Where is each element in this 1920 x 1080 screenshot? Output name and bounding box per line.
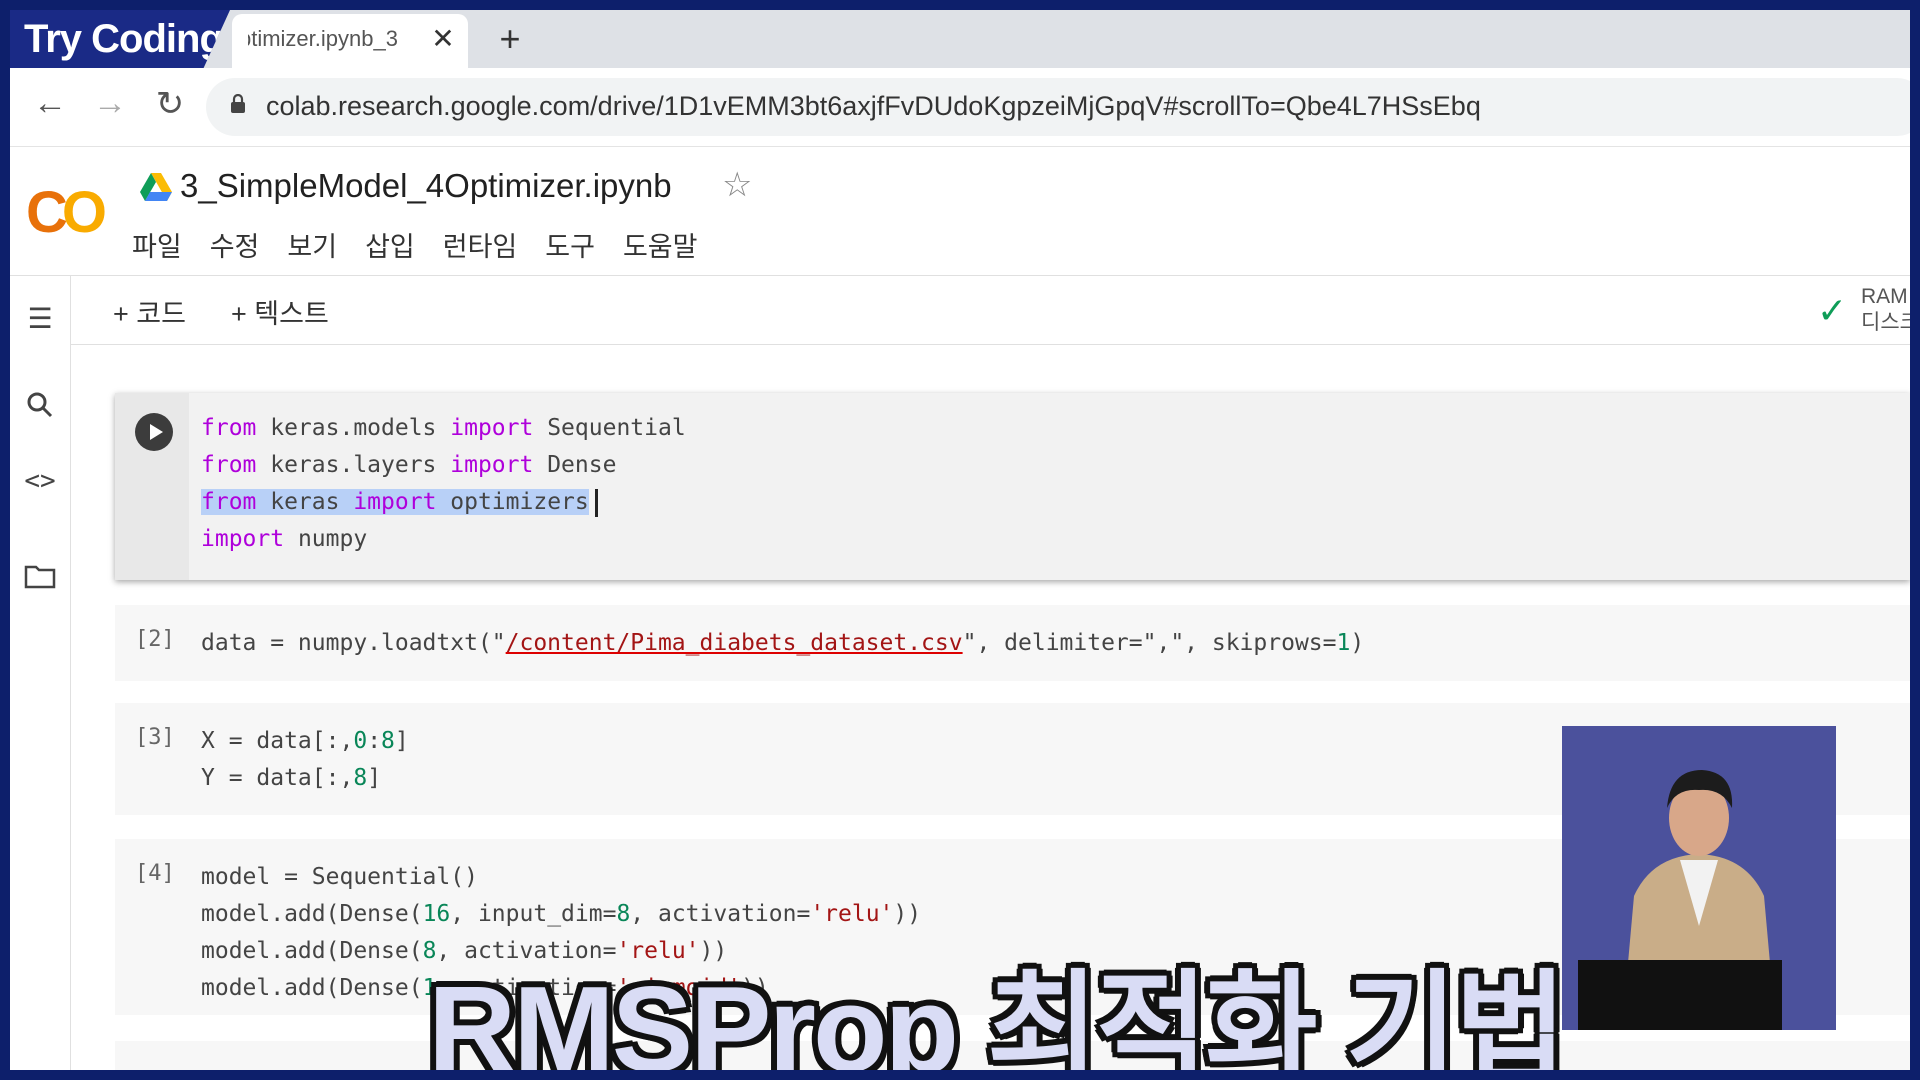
code-token: model = Sequential() [201,864,478,890]
code-token: data = numpy.loadtxt(" [201,630,506,656]
code-token: /content/Pima_diabets_dataset.csv [505,630,963,656]
menu-bar: 파일 수정 보기 삽입 런타임 도구 도움말 [132,225,726,264]
code-token: , input_dim= [450,901,617,927]
code-token: keras [256,489,354,515]
lock-icon [231,94,245,113]
resource-indicator[interactable]: RAM 디스크 [1861,284,1910,336]
code-token: from [201,452,257,478]
menu-file[interactable]: 파일 [132,225,182,264]
code-token: Dense [533,452,617,478]
reload-icon[interactable]: ↻ [148,84,192,124]
code-token: import [201,526,285,552]
browser-tab-bar: Try Coding 3_SimpleModel_4Optimizer.ipyn… [10,10,1910,68]
add-text-button[interactable]: + 텍스트 [231,292,329,331]
close-tab-icon[interactable]: ✕ [428,22,458,55]
code-token: 8 [616,901,631,927]
code-snippets-icon[interactable]: <> [20,466,60,506]
code-token: 8 [381,728,395,754]
star-icon[interactable]: ☆ [722,165,752,205]
code-token: 1 [1336,630,1351,656]
code-token: , activation= [630,901,811,927]
code-token: import [450,415,534,441]
code-line-selected: from keras import optimizers [201,484,686,521]
code-token: : [367,728,382,754]
search-icon[interactable] [20,386,60,426]
code-editor[interactable]: X = data[:,0:8] Y = data[:,8] [201,723,409,797]
files-icon[interactable] [20,556,60,596]
connected-check-icon: ✓ [1817,290,1848,331]
browser-toolbar: ← → ↻ colab.research.google.com/drive/1D… [10,68,1910,147]
code-token: import [353,489,437,515]
run-cell-button[interactable] [135,413,173,451]
ram-label: RAM [1861,285,1908,308]
code-token: )) [893,901,922,927]
code-line: data = numpy.loadtxt("/content/Pima_diab… [201,625,1364,662]
menu-insert[interactable]: 삽입 [365,225,415,264]
add-code-button[interactable]: + 코드 [113,292,186,331]
code-token: ] [367,765,382,791]
address-bar[interactable]: colab.research.google.com/drive/1D1vEMM3… [206,78,1910,136]
code-line: import numpy [201,521,686,558]
code-token: X = data[:, [201,728,354,754]
execution-count: [4] [135,861,175,886]
presenter-video-overlay [1562,726,1836,1030]
menu-edit[interactable]: 수정 [210,225,260,264]
notebook-title[interactable]: 3_SimpleModel_4Optimizer.ipynb [180,167,672,205]
google-drive-icon[interactable] [140,173,172,203]
code-token: Sequential [533,415,686,441]
code-editor[interactable]: from keras.models import Sequential from … [201,410,686,558]
menu-view[interactable]: 보기 [287,225,337,264]
code-cell-2[interactable]: [2] data = numpy.loadtxt("/content/Pima_… [115,605,1910,681]
back-icon[interactable]: ← [28,84,72,123]
code-cell-1[interactable]: from keras.models import Sequential from … [115,393,1910,580]
presenter-monitor [1578,960,1782,1030]
forward-icon[interactable]: → [88,84,132,123]
code-token: import [450,452,534,478]
menu-help[interactable]: 도움말 [623,225,698,264]
code-token: Y = data[:, [201,765,354,791]
code-line: model.add(Dense(16, input_dim=8, activat… [201,896,921,933]
cell-gutter [115,393,189,580]
code-line: Y = data[:,8] [201,760,409,797]
text-cursor-icon [594,488,598,517]
code-token: model.add(Dense( [201,975,423,1001]
url-text: colab.research.google.com/drive/1D1vEMM3… [266,91,1481,121]
code-line: X = data[:,0:8] [201,723,409,760]
code-line: from keras.layers import Dense [201,447,686,484]
code-token: ] [394,728,409,754]
execution-count: [3] [135,725,175,750]
code-token: 8 [353,765,368,791]
browser-tab-active[interactable]: 3_SimpleModel_4Optimizer.ipynb ✕ [232,14,468,68]
code-token: ) [1350,630,1365,656]
code-token: keras.models [256,415,451,441]
code-token: model.add(Dense( [201,901,423,927]
execution-count: [2] [135,627,175,652]
channel-brand-label: Try Coding [10,10,230,68]
colab-header: CO 3_SimpleModel_4Optimizer.ipynb ☆ 파일 수… [10,147,1910,276]
tab-title: 3_SimpleModel_4Optimizer.ipynb [248,26,398,51]
code-token: numpy [284,526,368,552]
disk-label: 디스크 [1861,311,1910,334]
code-line: from keras.models import Sequential [201,410,686,447]
code-token: 'relu' [810,901,894,927]
code-token: optimizers [436,489,589,515]
code-token: from [201,489,257,515]
left-sidebar: ☰ <> [10,276,71,1070]
code-token: 0 [353,728,368,754]
menu-tools[interactable]: 도구 [545,225,595,264]
code-token: from [201,415,257,441]
toc-icon[interactable]: ☰ [20,302,60,342]
screen: Try Coding 3_SimpleModel_4Optimizer.ipyn… [10,10,1910,1070]
menu-runtime[interactable]: 런타임 [443,225,518,264]
cell-toolbar: + 코드 + 텍스트 ✓ RAM 디스크 [71,276,1910,345]
code-token: model.add(Dense( [201,938,423,964]
code-token: keras.layers [256,452,451,478]
code-line: model = Sequential() [201,859,921,896]
colab-logo[interactable]: CO [26,179,107,246]
video-caption: RMSProp 최적화 기법 [428,961,1567,1070]
code-token: 16 [422,901,451,927]
code-token: ", delimiter=",", skiprows= [962,630,1337,656]
new-tab-icon[interactable]: + [490,18,530,60]
code-editor[interactable]: data = numpy.loadtxt("/content/Pima_diab… [201,625,1364,662]
